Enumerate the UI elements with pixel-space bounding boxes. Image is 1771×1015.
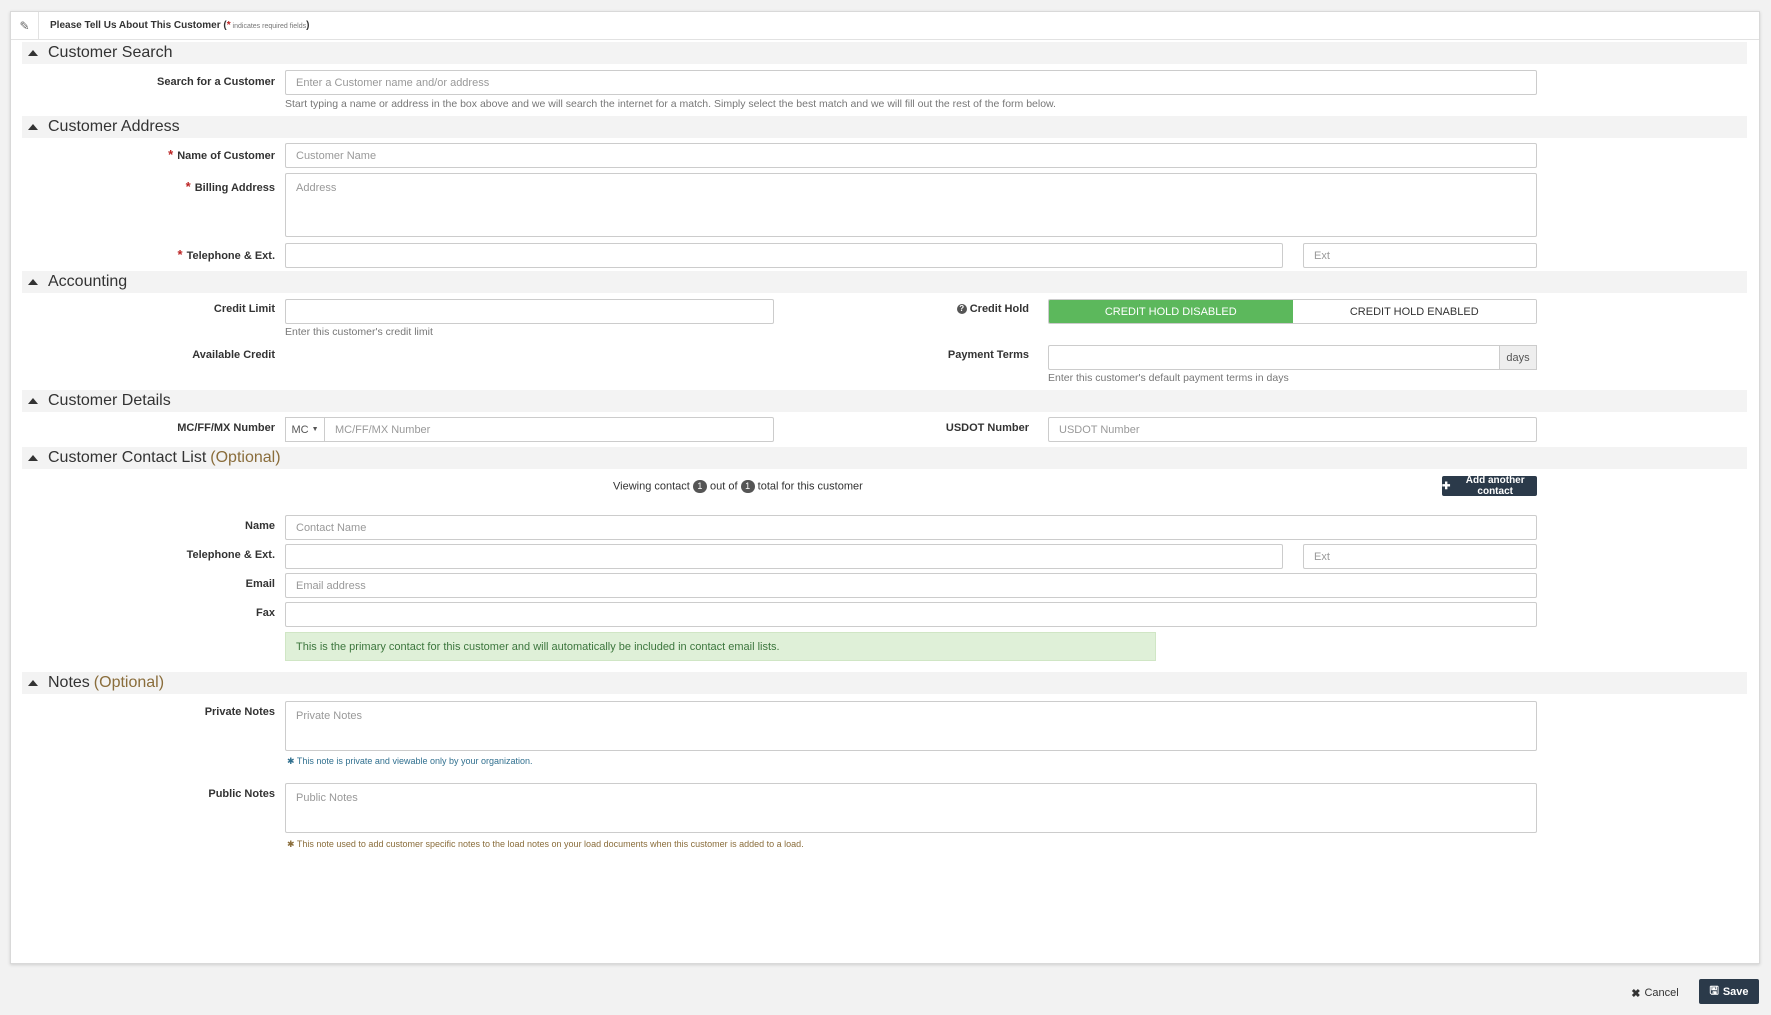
panel-title: Please Tell Us About This Customer (* in… bbox=[50, 20, 310, 31]
floppy-disk-icon: 🖫 bbox=[1709, 985, 1719, 997]
credit-limit-input[interactable] bbox=[285, 299, 774, 324]
collapse-caret-icon[interactable] bbox=[28, 124, 38, 130]
billing-address-label: * Billing Address bbox=[185, 179, 275, 194]
total-contacts-badge: 1 bbox=[740, 480, 755, 493]
customer-name-input[interactable] bbox=[285, 143, 1537, 168]
telephone-label: * Telephone & Ext. bbox=[177, 247, 275, 262]
payment-terms-help: Enter this customer's default payment te… bbox=[1048, 372, 1289, 384]
payment-terms-input[interactable] bbox=[1048, 345, 1500, 370]
credit-hold-disabled-button[interactable]: CREDIT HOLD DISABLED bbox=[1049, 300, 1293, 323]
panel-header: ✎ Please Tell Us About This Customer (* … bbox=[11, 12, 1759, 40]
public-notes-help: ✱ This note used to add customer specifi… bbox=[287, 839, 804, 849]
public-notes-textarea[interactable] bbox=[285, 783, 1537, 833]
collapse-caret-icon[interactable] bbox=[28, 455, 38, 461]
plus-icon: ✚ bbox=[1442, 480, 1451, 492]
customer-search-input[interactable] bbox=[285, 70, 1537, 95]
primary-contact-notice: This is the primary contact for this cus… bbox=[285, 632, 1156, 661]
search-label: Search for a Customer bbox=[157, 76, 275, 88]
contact-telephone-label: Telephone & Ext. bbox=[186, 549, 275, 561]
payment-terms-label: Payment Terms bbox=[947, 349, 1029, 361]
private-notes-label: Private Notes bbox=[204, 706, 275, 718]
contact-telephone-ext-input[interactable] bbox=[1303, 544, 1537, 569]
telephone-input[interactable] bbox=[285, 243, 1283, 268]
usdot-label: USDOT Number bbox=[945, 422, 1029, 434]
current-contact-badge: 1 bbox=[692, 480, 707, 493]
private-notes-help: ✱ This note is private and viewable only… bbox=[287, 756, 533, 766]
mc-number-label: MC/FF/MX Number bbox=[177, 422, 275, 434]
collapse-caret-icon[interactable] bbox=[28, 279, 38, 285]
close-icon: ✖ bbox=[1631, 987, 1641, 1000]
caret-down-icon: ▼ bbox=[311, 426, 319, 433]
public-notes-label: Public Notes bbox=[208, 788, 275, 800]
credit-hold-enabled-button[interactable]: CREDIT HOLD ENABLED bbox=[1292, 300, 1536, 323]
name-of-customer-label: * Name of Customer bbox=[168, 147, 275, 162]
private-notes-textarea[interactable] bbox=[285, 701, 1537, 751]
contact-name-input[interactable] bbox=[285, 515, 1537, 540]
credit-hold-toggle: CREDIT HOLD DISABLED CREDIT HOLD ENABLED bbox=[1048, 299, 1537, 324]
credit-limit-label: Credit Limit bbox=[213, 303, 275, 315]
available-credit-label: Available Credit bbox=[192, 349, 275, 361]
collapse-caret-icon[interactable] bbox=[28, 680, 38, 686]
contact-pager-text: Viewing contact 1 out of 1 total for thi… bbox=[613, 480, 863, 493]
save-button[interactable]: 🖫 Save bbox=[1699, 979, 1759, 1004]
section-contact-list[interactable]: Customer Contact List (Optional) bbox=[22, 447, 1747, 469]
payment-terms-days-addon: days bbox=[1499, 345, 1537, 370]
section-notes[interactable]: Notes (Optional) bbox=[22, 672, 1747, 694]
customer-form-panel: ✎ Please Tell Us About This Customer (* … bbox=[10, 11, 1760, 964]
add-contact-button[interactable]: ✚ Add another contact bbox=[1442, 475, 1537, 497]
billing-address-textarea[interactable] bbox=[285, 173, 1537, 237]
contact-fax-input[interactable] bbox=[285, 602, 1537, 627]
contact-email-input[interactable] bbox=[285, 573, 1537, 598]
section-customer-details[interactable]: Customer Details bbox=[22, 390, 1747, 412]
contact-email-label: Email bbox=[245, 578, 275, 590]
section-customer-address[interactable]: Customer Address bbox=[22, 116, 1747, 138]
section-accounting[interactable]: Accounting bbox=[22, 271, 1747, 293]
credit-hold-label: ? Credit Hold bbox=[871, 303, 1029, 315]
cancel-button[interactable]: ✖ Cancel bbox=[1628, 981, 1682, 1005]
contact-name-label: Name bbox=[245, 520, 275, 532]
asterisk-icon: ✱ bbox=[287, 756, 295, 766]
pencil-icon: ✎ bbox=[11, 12, 39, 39]
mc-number-input[interactable] bbox=[324, 417, 774, 442]
usdot-input[interactable] bbox=[1048, 417, 1537, 442]
contact-fax-label: Fax bbox=[256, 607, 275, 619]
section-customer-search[interactable]: Customer Search bbox=[22, 42, 1747, 64]
collapse-caret-icon[interactable] bbox=[28, 50, 38, 56]
question-icon[interactable]: ? bbox=[956, 304, 967, 315]
credit-limit-help: Enter this customer's credit limit bbox=[285, 326, 433, 338]
asterisk-icon: ✱ bbox=[287, 839, 295, 849]
mc-prefix-dropdown[interactable]: MC ▼ bbox=[285, 417, 325, 442]
telephone-ext-input[interactable] bbox=[1303, 243, 1537, 268]
contact-telephone-input[interactable] bbox=[285, 544, 1283, 569]
search-help: Start typing a name or address in the bo… bbox=[285, 98, 1056, 110]
collapse-caret-icon[interactable] bbox=[28, 398, 38, 404]
